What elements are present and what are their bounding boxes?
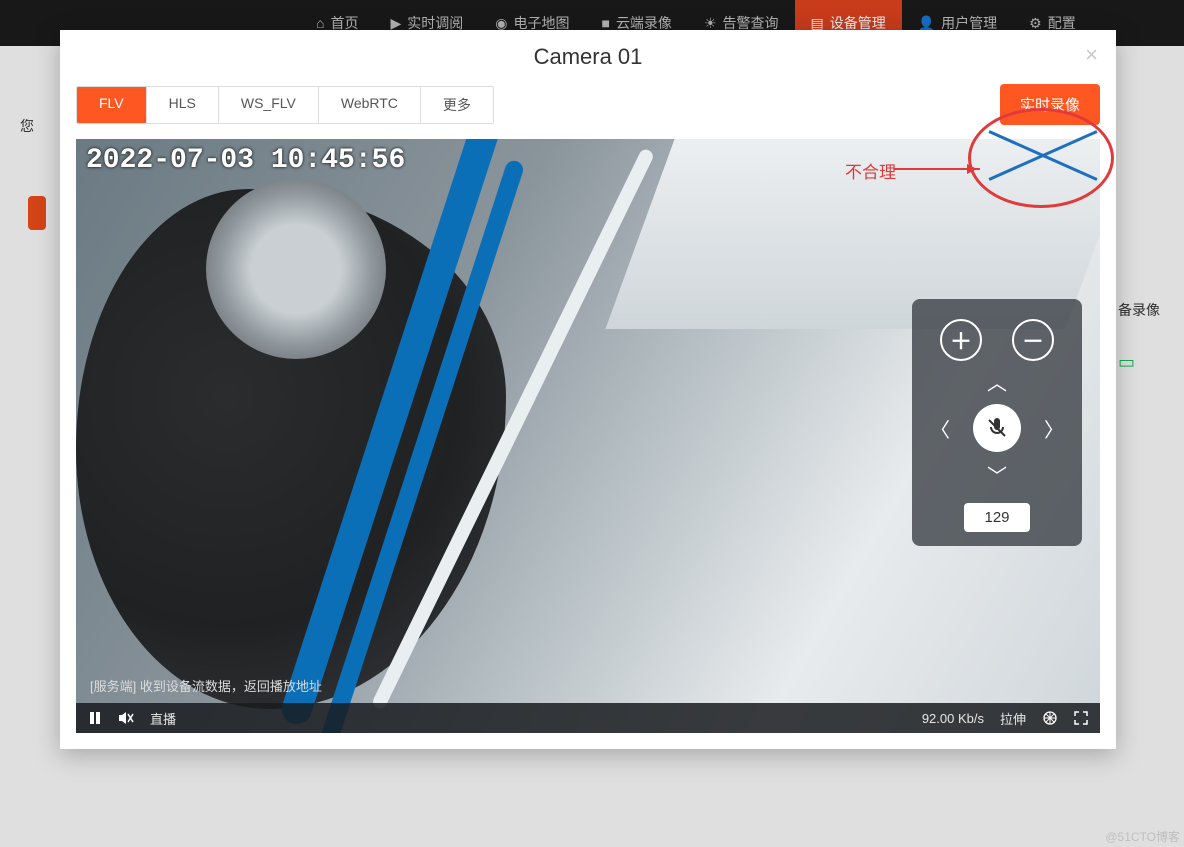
tab-more[interactable]: 更多 xyxy=(421,87,493,123)
ptz-preset-value[interactable]: 129 xyxy=(964,503,1030,532)
ptz-right-button[interactable]: 〉 xyxy=(1040,414,1068,443)
fullscreen-icon xyxy=(1074,711,1088,725)
video-status-message: [服务端] 收到设备流数据，返回播放地址 xyxy=(90,676,322,695)
mic-mute-button[interactable] xyxy=(973,404,1021,452)
zoom-out-button[interactable]: － xyxy=(1012,319,1054,361)
ptz-up-button[interactable]: ︿ xyxy=(983,367,1011,396)
aperture-icon xyxy=(1042,710,1058,726)
snapshot-button[interactable] xyxy=(1042,710,1058,726)
camera-modal: Camera 01 × FLV HLS WS_FLV WebRTC 更多 实时录… xyxy=(60,30,1116,749)
bitrate-value: 92.00 Kb/s xyxy=(922,711,984,726)
ptz-left-button[interactable]: 〈 xyxy=(926,414,954,443)
pause-button[interactable] xyxy=(88,711,102,725)
modal-toolbar: FLV HLS WS_FLV WebRTC 更多 实时录像 xyxy=(76,80,1100,139)
mic-off-icon xyxy=(985,416,1009,440)
modal-title: Camera 01 xyxy=(534,44,643,69)
mute-icon xyxy=(118,711,134,725)
annotation-arrow xyxy=(894,168,980,170)
ptz-down-button[interactable]: ﹀ xyxy=(983,460,1011,489)
stream-format-tabs: FLV HLS WS_FLV WebRTC 更多 xyxy=(76,86,494,124)
tab-webrtc[interactable]: WebRTC xyxy=(319,87,421,123)
tab-hls[interactable]: HLS xyxy=(147,87,219,123)
annotation-text: 不合理 xyxy=(845,158,896,183)
pause-icon xyxy=(88,711,102,725)
video-player[interactable]: 2022-07-03 10:45:56 [服务端] 收到设备流数据，返回播放地址… xyxy=(76,139,1100,733)
video-timestamp: 2022-07-03 10:45:56 xyxy=(86,145,405,176)
tab-flv[interactable]: FLV xyxy=(77,87,147,123)
zoom-in-button[interactable]: ＋ xyxy=(940,319,982,361)
live-indicator: 直播 xyxy=(150,709,176,728)
fullscreen-button[interactable] xyxy=(1074,711,1088,725)
modal-header: Camera 01 × xyxy=(60,30,1116,80)
tab-wsflv[interactable]: WS_FLV xyxy=(219,87,319,123)
mute-button[interactable] xyxy=(118,711,134,725)
close-icon[interactable]: × xyxy=(1085,42,1098,68)
video-control-bar: 直播 92.00 Kb/s 拉伸 xyxy=(76,703,1100,733)
ptz-panel: ＋ － ︿ 〈 〉 ﹀ 129 xyxy=(912,299,1082,546)
watermark: @51CTO博客 xyxy=(1105,828,1180,845)
stretch-toggle[interactable]: 拉伸 xyxy=(1000,709,1026,728)
realtime-record-button[interactable]: 实时录像 xyxy=(1000,84,1100,125)
